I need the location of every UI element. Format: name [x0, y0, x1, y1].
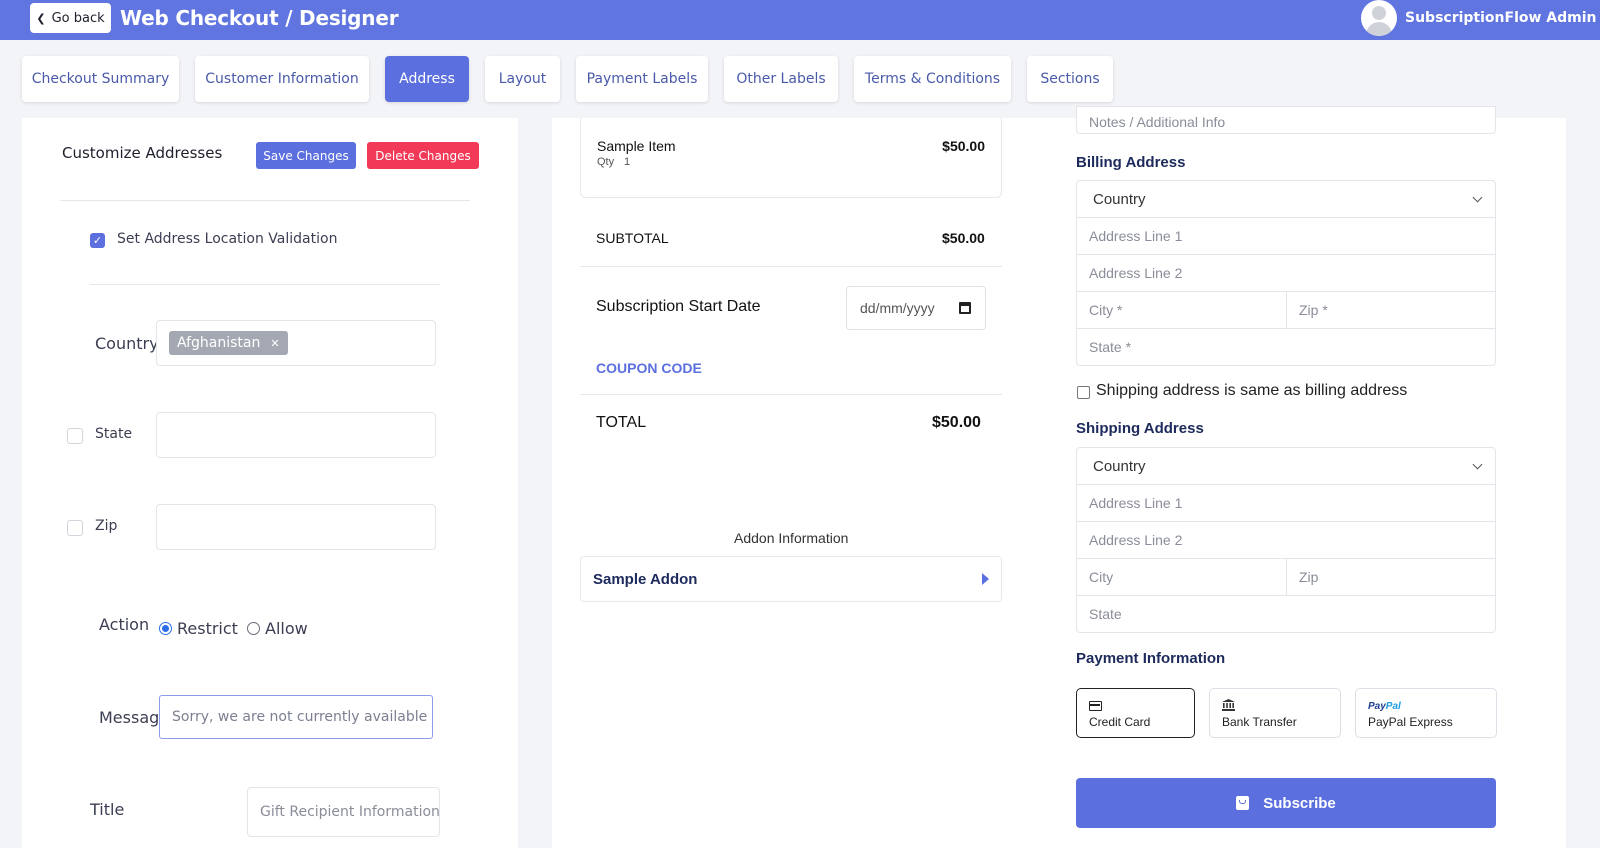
shipping-city[interactable]: City — [1076, 558, 1287, 596]
validation-label: Set Address Location Validation — [117, 231, 338, 247]
same-as-billing-checkbox[interactable] — [1077, 386, 1090, 399]
chevron-left-icon: ❮ — [36, 11, 46, 25]
notes-input[interactable]: Notes / Additional Info — [1076, 106, 1496, 134]
action-label: Action — [99, 615, 150, 634]
billing-address-line2[interactable]: Address Line 2 — [1076, 254, 1496, 292]
tab-checkout-summary[interactable]: Checkout Summary — [22, 56, 179, 102]
state-multiselect[interactable] — [156, 412, 436, 458]
payment-bank-transfer[interactable]: Bank Transfer — [1209, 688, 1341, 738]
tab-sections[interactable]: Sections — [1027, 56, 1113, 102]
shipping-country-select[interactable]: Country — [1076, 447, 1496, 485]
subtotal-label: SUBTOTAL — [596, 230, 669, 246]
total-label: TOTAL — [596, 414, 647, 431]
tab-other-labels[interactable]: Other Labels — [724, 56, 838, 102]
allow-label[interactable]: Allow — [265, 619, 308, 638]
subtotal-value: $50.00 — [942, 230, 985, 246]
payment-label: Bank Transfer — [1222, 715, 1297, 729]
coupon-code-link[interactable]: COUPON CODE — [596, 360, 702, 376]
page-title: Web Checkout / Designer — [120, 6, 399, 30]
bank-icon — [1222, 699, 1235, 711]
zip-label: Zip — [95, 518, 118, 534]
billing-state[interactable]: State * — [1076, 328, 1496, 366]
billing-city[interactable]: City * — [1076, 291, 1287, 329]
remove-chip-icon[interactable]: ✕ — [270, 337, 279, 350]
payment-heading: Payment Information — [1076, 650, 1226, 667]
payment-label: PayPal Express — [1368, 715, 1453, 729]
total-value: $50.00 — [932, 414, 981, 431]
restrict-radio[interactable] — [159, 622, 172, 635]
item-qty-label: Qty — [597, 156, 615, 168]
subscribe-button[interactable]: Subscribe — [1076, 778, 1496, 828]
billing-heading: Billing Address — [1076, 154, 1186, 171]
save-changes-button[interactable]: Save Changes — [256, 142, 356, 169]
state-checkbox[interactable] — [67, 428, 83, 444]
shopping-bag-icon — [1236, 796, 1250, 810]
divider — [90, 284, 440, 285]
shipping-address-line1[interactable]: Address Line 1 — [1076, 484, 1496, 522]
restrict-label[interactable]: Restrict — [177, 619, 238, 638]
state-label: State — [95, 426, 133, 442]
payment-paypal-express[interactable]: PayPal PayPal Express — [1355, 688, 1497, 738]
zip-checkbox[interactable] — [67, 520, 83, 536]
credit-card-icon — [1089, 701, 1102, 711]
item-price: $50.00 — [942, 138, 985, 154]
caret-right-icon[interactable] — [982, 573, 989, 585]
zip-multiselect[interactable] — [156, 504, 436, 550]
chevron-down-icon — [1472, 459, 1483, 470]
tab-payment-labels[interactable]: Payment Labels — [576, 56, 708, 102]
divider — [580, 394, 1002, 395]
tab-customer-information[interactable]: Customer Information — [195, 56, 369, 102]
title-label: Title — [90, 800, 125, 819]
tab-layout[interactable]: Layout — [485, 56, 560, 102]
paypal-logo: PayPal — [1368, 701, 1401, 712]
country-chip[interactable]: Afghanistan ✕ — [169, 331, 288, 355]
go-back-label: Go back — [51, 10, 105, 26]
message-input[interactable]: Sorry, we are not currently available in — [159, 695, 433, 739]
calendar-icon[interactable] — [959, 302, 971, 314]
shipping-zip[interactable]: Zip — [1286, 558, 1496, 596]
country-chip-label: Afghanistan — [177, 335, 261, 351]
item-card: Sample Item Qty 1 $50.00 — [580, 118, 1002, 198]
shipping-state[interactable]: State — [1076, 595, 1496, 633]
shipping-heading: Shipping Address — [1076, 420, 1204, 437]
customer-form-panel: Notes / Additional Info Billing Address … — [1058, 106, 1566, 848]
go-back-button[interactable]: ❮ Go back — [30, 3, 111, 33]
title-input[interactable]: Gift Recipient Information — [247, 787, 440, 837]
avatar[interactable] — [1361, 0, 1397, 36]
start-date-input[interactable]: dd/mm/yyyy — [846, 286, 986, 330]
customize-addresses-panel: Customize Addresses Save Changes Delete … — [22, 118, 518, 848]
date-placeholder: dd/mm/yyyy — [860, 300, 935, 316]
checkout-preview-panel: Sample Item Qty 1 $50.00 SUBTOTAL $50.00… — [552, 118, 1058, 848]
addon-name: Sample Addon — [593, 571, 698, 588]
same-as-billing-label[interactable]: Shipping address is same as billing addr… — [1096, 382, 1407, 400]
payment-label: Credit Card — [1089, 715, 1151, 729]
chevron-down-icon — [1472, 192, 1483, 203]
billing-country-value: Country — [1093, 190, 1146, 208]
panel-title: Customize Addresses — [62, 144, 223, 162]
user-name[interactable]: SubscriptionFlow Admin — [1405, 10, 1597, 26]
addon-heading: Addon Information — [734, 530, 849, 546]
validation-checkbox[interactable]: ✓ — [90, 233, 105, 248]
billing-zip[interactable]: Zip * — [1286, 291, 1496, 329]
tab-address[interactable]: Address — [385, 56, 469, 102]
divider — [580, 266, 1002, 267]
country-multiselect[interactable]: Afghanistan ✕ — [156, 320, 436, 366]
item-qty: 1 — [624, 156, 631, 168]
subscribe-label: Subscribe — [1263, 794, 1336, 812]
divider — [60, 200, 470, 201]
payment-credit-card[interactable]: Credit Card — [1076, 688, 1195, 738]
billing-address-line1[interactable]: Address Line 1 — [1076, 217, 1496, 255]
tab-terms-conditions[interactable]: Terms & Conditions — [854, 56, 1011, 102]
shipping-country-value: Country — [1093, 457, 1146, 475]
start-date-label: Subscription Start Date — [596, 298, 761, 315]
top-bar: ❮ Go back Web Checkout / Designer Subscr… — [0, 0, 1600, 40]
delete-changes-button[interactable]: Delete Changes — [367, 142, 479, 169]
addon-accordion[interactable]: Sample Addon — [580, 556, 1002, 602]
allow-radio[interactable] — [247, 622, 260, 635]
shipping-address-line2[interactable]: Address Line 2 — [1076, 521, 1496, 559]
item-name: Sample Item — [597, 138, 676, 154]
billing-country-select[interactable]: Country — [1076, 180, 1496, 218]
country-label: Country — [95, 334, 159, 353]
